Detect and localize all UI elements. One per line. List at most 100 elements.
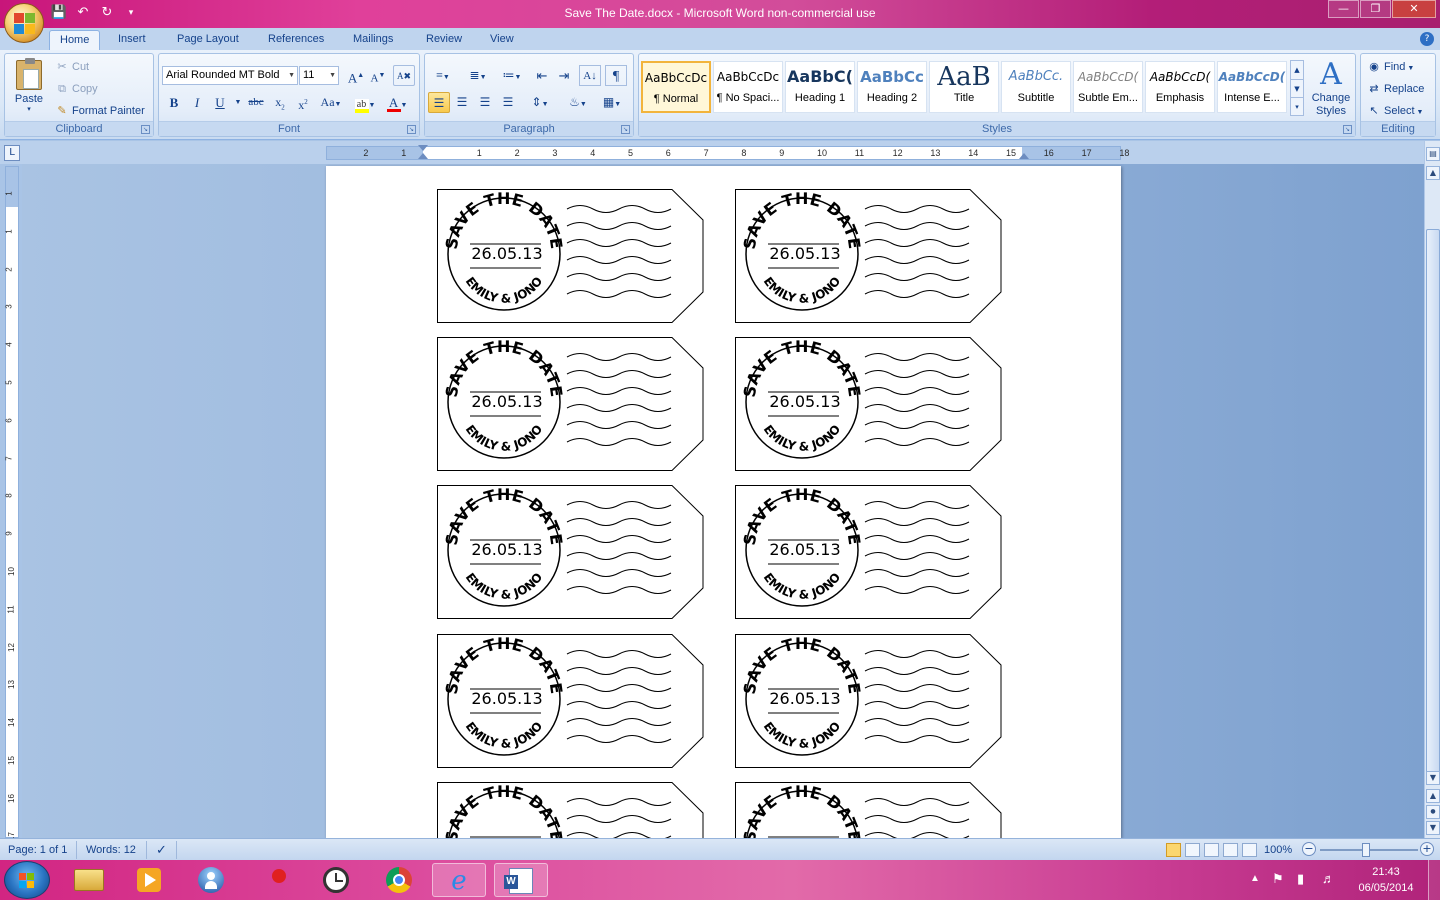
word-taskbar-icon[interactable]: W: [494, 863, 548, 897]
bullets-button[interactable]: ≡▼: [428, 65, 458, 86]
change-case-button[interactable]: Aa▼: [317, 92, 345, 113]
save-the-date-tag[interactable]: SAVE THE DATE EMILY & JONO 26.05.13: [437, 634, 704, 768]
italic-button[interactable]: I: [186, 92, 208, 113]
save-the-date-tag[interactable]: SAVE THE DATE EMILY & JONO 26.05.13: [437, 782, 704, 838]
vertical-ruler[interactable]: 1 1 2 3 4 5 6 7 8 9 10 11 12 13 14 15 16 17: [5, 166, 19, 841]
tab-references[interactable]: References: [258, 30, 334, 50]
minimize-button[interactable]: —: [1328, 0, 1359, 18]
font-color-button[interactable]: A ▼: [383, 92, 411, 113]
word-count[interactable]: Words: 12: [86, 842, 136, 858]
view-ruler-icon[interactable]: ▤: [1426, 147, 1440, 161]
styles-up-icon[interactable]: ▲: [1291, 61, 1303, 79]
clear-formatting-button[interactable]: A✖: [393, 65, 415, 86]
styles-launcher-icon[interactable]: ↘: [1343, 125, 1352, 134]
sort-button[interactable]: A↓: [579, 65, 601, 86]
tab-insert[interactable]: Insert: [108, 30, 156, 50]
save-the-date-tag[interactable]: SAVE THE DATE EMILY & JONO 26.05.13: [735, 634, 1002, 768]
bold-button[interactable]: B: [163, 92, 185, 113]
paste-button[interactable]: Paste ▾: [11, 58, 47, 120]
tab-home[interactable]: Home: [49, 30, 101, 50]
tab-page-layout[interactable]: Page Layout: [167, 30, 249, 50]
show-hide-button[interactable]: ¶: [605, 65, 627, 86]
justify-button[interactable]: ☰: [497, 92, 519, 113]
vertical-scrollbar[interactable]: ▤ ▲ ▼ ▲ ● ▼: [1424, 141, 1440, 838]
browse-object-icon[interactable]: ●: [1426, 805, 1440, 819]
tab-mailings[interactable]: Mailings: [343, 30, 403, 50]
messenger-icon[interactable]: [184, 863, 238, 897]
borders-button[interactable]: ▦▼: [597, 92, 627, 113]
align-right-button[interactable]: ☰: [474, 92, 496, 113]
scrollbar-thumb[interactable]: [1426, 229, 1440, 775]
show-hidden-icons[interactable]: ▲: [1250, 873, 1260, 884]
save-the-date-tag[interactable]: SAVE THE DATE EMILY & JONO 26.05.13: [437, 189, 704, 323]
full-screen-reading-icon[interactable]: [1185, 843, 1200, 857]
paragraph-launcher-icon[interactable]: ↘: [621, 125, 630, 134]
clipboard-launcher-icon[interactable]: ↘: [141, 125, 150, 134]
style-subtle-emphasis[interactable]: AaBbCcD( Subtle Em...: [1073, 61, 1143, 113]
previous-page-icon[interactable]: ▲: [1426, 789, 1440, 803]
style-subtitle[interactable]: AaBbCc. Subtitle: [1001, 61, 1071, 113]
find-button[interactable]: ◉ Find ▼: [1367, 57, 1414, 77]
save-the-date-tag[interactable]: SAVE THE DATE EMILY & JONO 26.05.13: [735, 485, 1002, 619]
media-player-icon[interactable]: [122, 863, 176, 897]
zoom-slider-thumb[interactable]: [1362, 843, 1370, 857]
strikethrough-button[interactable]: abc: [245, 92, 267, 113]
tab-review[interactable]: Review: [416, 30, 472, 50]
tab-selector-icon[interactable]: L: [4, 145, 20, 161]
clock-time[interactable]: 21:43: [1356, 866, 1416, 878]
volume-icon[interactable]: ♬: [1322, 871, 1335, 886]
outline-icon[interactable]: [1223, 843, 1238, 857]
style-intense-emphasis[interactable]: AaBbCcD( Intense E...: [1217, 61, 1287, 113]
tab-view[interactable]: View: [480, 30, 524, 50]
style-title[interactable]: AaB Title: [929, 61, 999, 113]
start-button[interactable]: [4, 861, 50, 899]
select-button[interactable]: ↖ Select ▼: [1367, 101, 1423, 121]
superscript-button[interactable]: x2: [292, 92, 314, 113]
font-launcher-icon[interactable]: ↘: [407, 125, 416, 134]
highlight-button[interactable]: ab ▼: [351, 92, 379, 113]
print-layout-icon[interactable]: [1166, 843, 1181, 857]
page-count[interactable]: Page: 1 of 1: [8, 842, 67, 858]
numbering-button[interactable]: ≣▼: [463, 65, 493, 86]
draft-icon[interactable]: [1242, 843, 1257, 857]
action-center-icon[interactable]: ⚑: [1272, 871, 1284, 887]
styles-down-icon[interactable]: ▼: [1291, 79, 1303, 97]
maximize-button[interactable]: ❐: [1360, 0, 1391, 18]
file-explorer-icon[interactable]: [62, 863, 116, 897]
save-the-date-tag[interactable]: SAVE THE DATE EMILY & JONO 26.05.13: [437, 485, 704, 619]
network-icon[interactable]: ▮: [1297, 871, 1304, 887]
line-spacing-button[interactable]: ⇕▼: [525, 92, 555, 113]
font-size-field[interactable]: 11 ▼: [299, 66, 339, 85]
first-line-indent-icon[interactable]: [418, 145, 428, 151]
copy-button[interactable]: ⧉ Copy: [55, 79, 98, 99]
multilevel-list-button[interactable]: ≔▼: [497, 65, 527, 86]
shading-button[interactable]: ♨▼: [563, 92, 593, 113]
shrink-font-button[interactable]: A▼: [367, 65, 389, 86]
zoom-level[interactable]: 100%: [1264, 842, 1292, 858]
style-heading-1[interactable]: AaBbC( Heading 1: [785, 61, 855, 113]
document-page[interactable]: SAVE THE DATE EMILY & JONO 26.05.13 SAVE…: [326, 166, 1121, 838]
save-the-date-tag[interactable]: SAVE THE DATE EMILY & JONO 26.05.13: [735, 337, 1002, 471]
format-painter-button[interactable]: ✎ Format Painter: [55, 101, 144, 121]
styles-more-icon[interactable]: ▾: [1291, 97, 1303, 115]
style-heading-2[interactable]: AaBbCc Heading 2: [857, 61, 927, 113]
next-page-icon[interactable]: ▼: [1426, 821, 1440, 835]
grow-font-button[interactable]: A▲: [345, 65, 367, 86]
align-center-button[interactable]: ☰: [451, 92, 473, 113]
style-no-spacing[interactable]: AaBbCcDc ¶ No Spaci...: [713, 61, 783, 113]
replace-button[interactable]: ⇄ Replace: [1367, 79, 1424, 99]
horizontal-ruler[interactable]: 2 1 1 2 3 4 5 6 7 8 9 10 11 12 13 14 15 16 17 18: [326, 145, 1129, 160]
scroll-up-icon[interactable]: ▲: [1426, 166, 1440, 180]
web-layout-icon[interactable]: [1204, 843, 1219, 857]
clock-icon[interactable]: [309, 863, 363, 897]
font-name-field[interactable]: Arial Rounded MT Bold ▼: [162, 66, 298, 85]
save-the-date-tag[interactable]: SAVE THE DATE EMILY & JONO 26.05.13: [437, 337, 704, 471]
align-left-button[interactable]: ☰: [428, 92, 450, 113]
office-button[interactable]: [4, 3, 44, 43]
cut-button[interactable]: ✂ Cut: [55, 57, 89, 77]
help-icon[interactable]: ?: [1420, 32, 1434, 46]
save-the-date-tag[interactable]: SAVE THE DATE EMILY & JONO 26.05.13: [735, 189, 1002, 323]
internet-explorer-icon[interactable]: e: [432, 863, 486, 897]
style-emphasis[interactable]: AaBbCcD( Emphasis: [1145, 61, 1215, 113]
proofing-icon[interactable]: ✓: [156, 842, 167, 858]
